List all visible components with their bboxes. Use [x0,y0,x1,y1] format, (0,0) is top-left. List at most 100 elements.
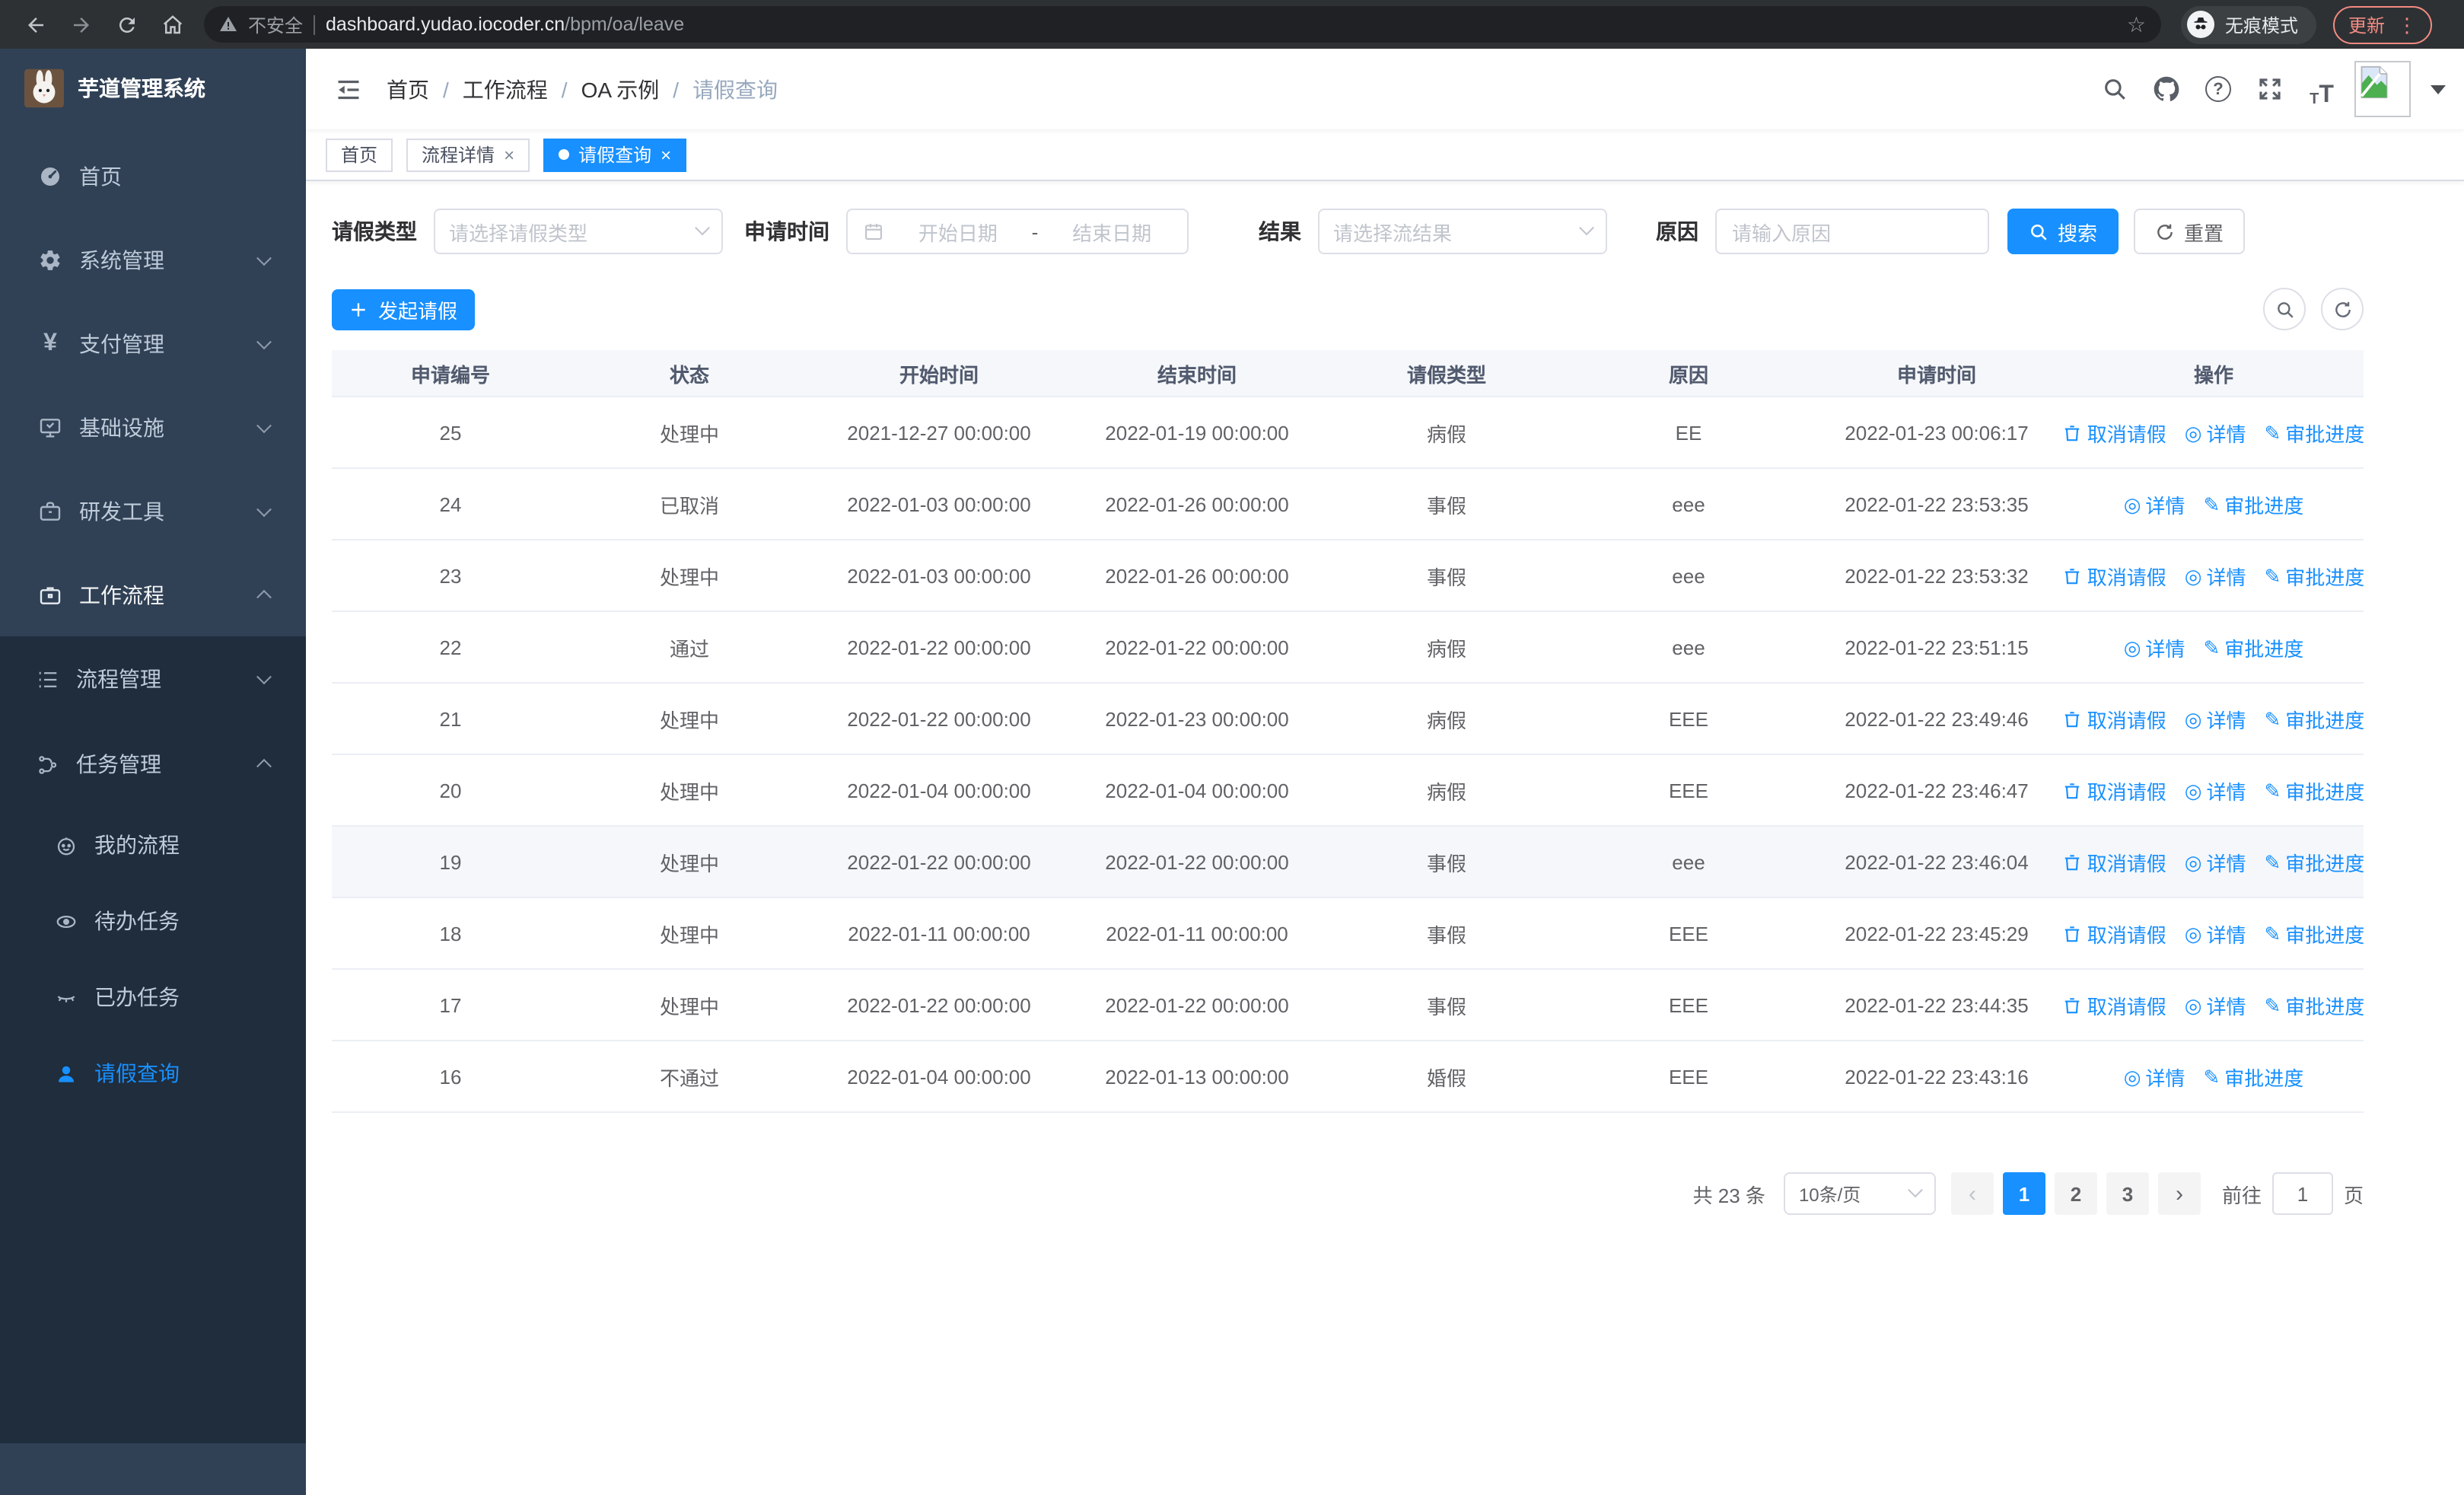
sidebar-item-process-mgmt[interactable]: 流程管理 [0,636,306,722]
reset-button[interactable]: 重置 [2134,209,2245,254]
leave-type-select[interactable]: 请选择请假类型 [434,209,723,254]
result-select[interactable]: 请选择流结果 [1318,209,1607,254]
approval-progress-link[interactable]: ✎ 审批进度 [2203,1062,2303,1091]
detail-link[interactable]: ◎ 详情 [2185,847,2246,876]
bookmark-star-icon[interactable]: ☆ [2127,14,2146,35]
home-icon[interactable] [152,5,192,44]
breadcrumb-item[interactable]: 首页 [387,74,429,104]
reload-icon[interactable] [107,5,146,44]
end-date-placeholder: 结束日期 [1072,222,1152,244]
sidebar-item-home[interactable]: 首页 [0,134,306,218]
tab-label: 首页 [341,145,378,166]
detail-link[interactable]: ◎ 详情 [2185,418,2246,447]
page-button-1[interactable]: 1 [2002,1172,2045,1215]
sidebar-item-system[interactable]: 系统管理 [0,218,306,301]
action-label: 审批进度 [2285,709,2364,732]
view-icon: ◎ [2184,707,2202,730]
search-button[interactable]: 搜索 [2007,209,2119,254]
sidebar-collapse-icon[interactable] [332,72,365,106]
goto-page-input[interactable] [2271,1172,2333,1215]
detail-link[interactable]: ◎ 详情 [2124,1062,2185,1091]
cell-reason: EE [1675,421,1702,444]
tab-leave-query[interactable]: 请假查询 × [543,138,687,171]
close-icon[interactable]: × [504,145,514,164]
cell-status: 处理中 [659,995,719,1018]
approval-progress-link[interactable]: ✎ 审批进度 [2264,418,2364,447]
table-row: 18 处理中 2022-01-11 00:00:00 2022-01-11 00… [332,898,2364,970]
fullscreen-icon[interactable] [2251,70,2289,108]
page-size-select[interactable]: 10条/页 [1783,1172,1936,1215]
table-row: 17 处理中 2022-01-22 00:00:00 2022-01-22 00… [332,970,2364,1041]
github-icon[interactable] [2147,70,2185,108]
page-button-3[interactable]: 3 [2106,1172,2149,1215]
cancel-leave-link[interactable]: 取消请假 [2064,919,2166,948]
cell-actions: 取消请假 ◎ 详情 ✎ 审批进度 [2064,847,2364,876]
close-icon[interactable]: × [661,145,671,164]
tab-home[interactable]: 首页 [326,138,393,171]
refresh-list-button[interactable] [2321,288,2364,330]
breadcrumb-item[interactable]: 工作流程 [463,74,548,104]
detail-link[interactable]: ◎ 详情 [2185,704,2246,733]
page-button-2[interactable]: 2 [2054,1172,2097,1215]
detail-link[interactable]: ◎ 详情 [2124,489,2185,518]
cell-actions: 取消请假 ◎ 详情 ✎ 审批进度 [2064,418,2364,447]
sidebar-item-done-tasks[interactable]: 已办任务 [0,959,306,1035]
url-bar[interactable]: 不安全 dashboard.yudao.iocoder.cn/bpm/oa/le… [204,6,2161,43]
table-row: 22 通过 2022-01-22 00:00:00 2022-01-22 00:… [332,612,2364,684]
show-search-button[interactable] [2263,288,2306,330]
approval-progress-link[interactable]: ✎ 审批进度 [2264,990,2364,1019]
prev-page-button[interactable]: ‹ [1950,1172,1994,1215]
cancel-leave-link[interactable]: 取消请假 [2064,704,2166,733]
cancel-leave-link[interactable]: 取消请假 [2064,776,2166,805]
sidebar-item-payment[interactable]: ¥ 支付管理 [0,301,306,385]
help-icon[interactable]: ? [2199,70,2237,108]
leave-type-label: 请假类型 [332,219,417,244]
font-size-icon[interactable]: TT [2303,70,2341,108]
back-icon[interactable] [15,5,55,44]
approval-progress-link[interactable]: ✎ 审批进度 [2203,489,2303,518]
tab-process-detail[interactable]: 流程详情 × [406,138,530,171]
detail-link[interactable]: ◎ 详情 [2185,919,2246,948]
start-date-placeholder: 开始日期 [918,222,998,244]
sidebar-item-devtools[interactable]: 研发工具 [0,469,306,553]
next-page-button[interactable]: › [2157,1172,2201,1215]
cell-status: 通过 [669,637,709,660]
cancel-leave-link[interactable]: 取消请假 [2064,561,2166,590]
browser-update-button[interactable]: 更新 ⋮ [2333,5,2433,43]
apply-time-range-picker[interactable]: 开始日期 - 结束日期 [846,209,1189,254]
forward-icon[interactable] [61,5,100,44]
breadcrumb-item[interactable]: OA 示例 [581,74,660,104]
cell-id: 20 [439,779,462,802]
reason-input[interactable]: 请输入原因 [1715,209,1989,254]
sidebar-item-my-process[interactable]: 我的流程 [0,807,306,883]
search-icon[interactable] [2096,70,2134,108]
sidebar-item-infra[interactable]: 基础设施 [0,385,306,469]
detail-link[interactable]: ◎ 详情 [2185,990,2246,1019]
sidebar-item-todo-tasks[interactable]: 待办任务 [0,883,306,959]
cancel-leave-link[interactable]: 取消请假 [2064,847,2166,876]
pen-icon: ✎ [2264,779,2281,802]
cell-status: 处理中 [659,709,719,732]
detail-link[interactable]: ◎ 详情 [2124,633,2185,661]
browser-menu-icon[interactable]: ⋮ [2397,14,2417,34]
avatar[interactable] [2354,61,2411,117]
detail-link[interactable]: ◎ 详情 [2185,561,2246,590]
broken-image-icon [2361,65,2388,99]
approval-progress-link[interactable]: ✎ 审批进度 [2264,561,2364,590]
detail-link[interactable]: ◎ 详情 [2185,776,2246,805]
approval-progress-link[interactable]: ✎ 审批进度 [2203,633,2303,661]
create-leave-button[interactable]: 发起请假 [332,288,475,330]
approval-progress-link[interactable]: ✎ 审批进度 [2264,704,2364,733]
caret-down-icon[interactable] [2431,84,2446,94]
total-count: 共 23 条 [1692,1184,1765,1207]
approval-progress-link[interactable]: ✎ 审批进度 [2264,847,2364,876]
approval-progress-link[interactable]: ✎ 审批进度 [2264,776,2364,805]
eye-closed-icon [55,986,78,1009]
sidebar-item-leave-query[interactable]: 请假查询 [0,1035,306,1111]
sidebar-item-task-mgmt[interactable]: 任务管理 [0,722,306,807]
sidebar-item-workflow[interactable]: 工作流程 [0,553,306,636]
cancel-leave-link[interactable]: 取消请假 [2064,990,2166,1019]
cancel-leave-link[interactable]: 取消请假 [2064,418,2166,447]
approval-progress-link[interactable]: ✎ 审批进度 [2264,919,2364,948]
cell-status: 处理中 [659,852,719,875]
